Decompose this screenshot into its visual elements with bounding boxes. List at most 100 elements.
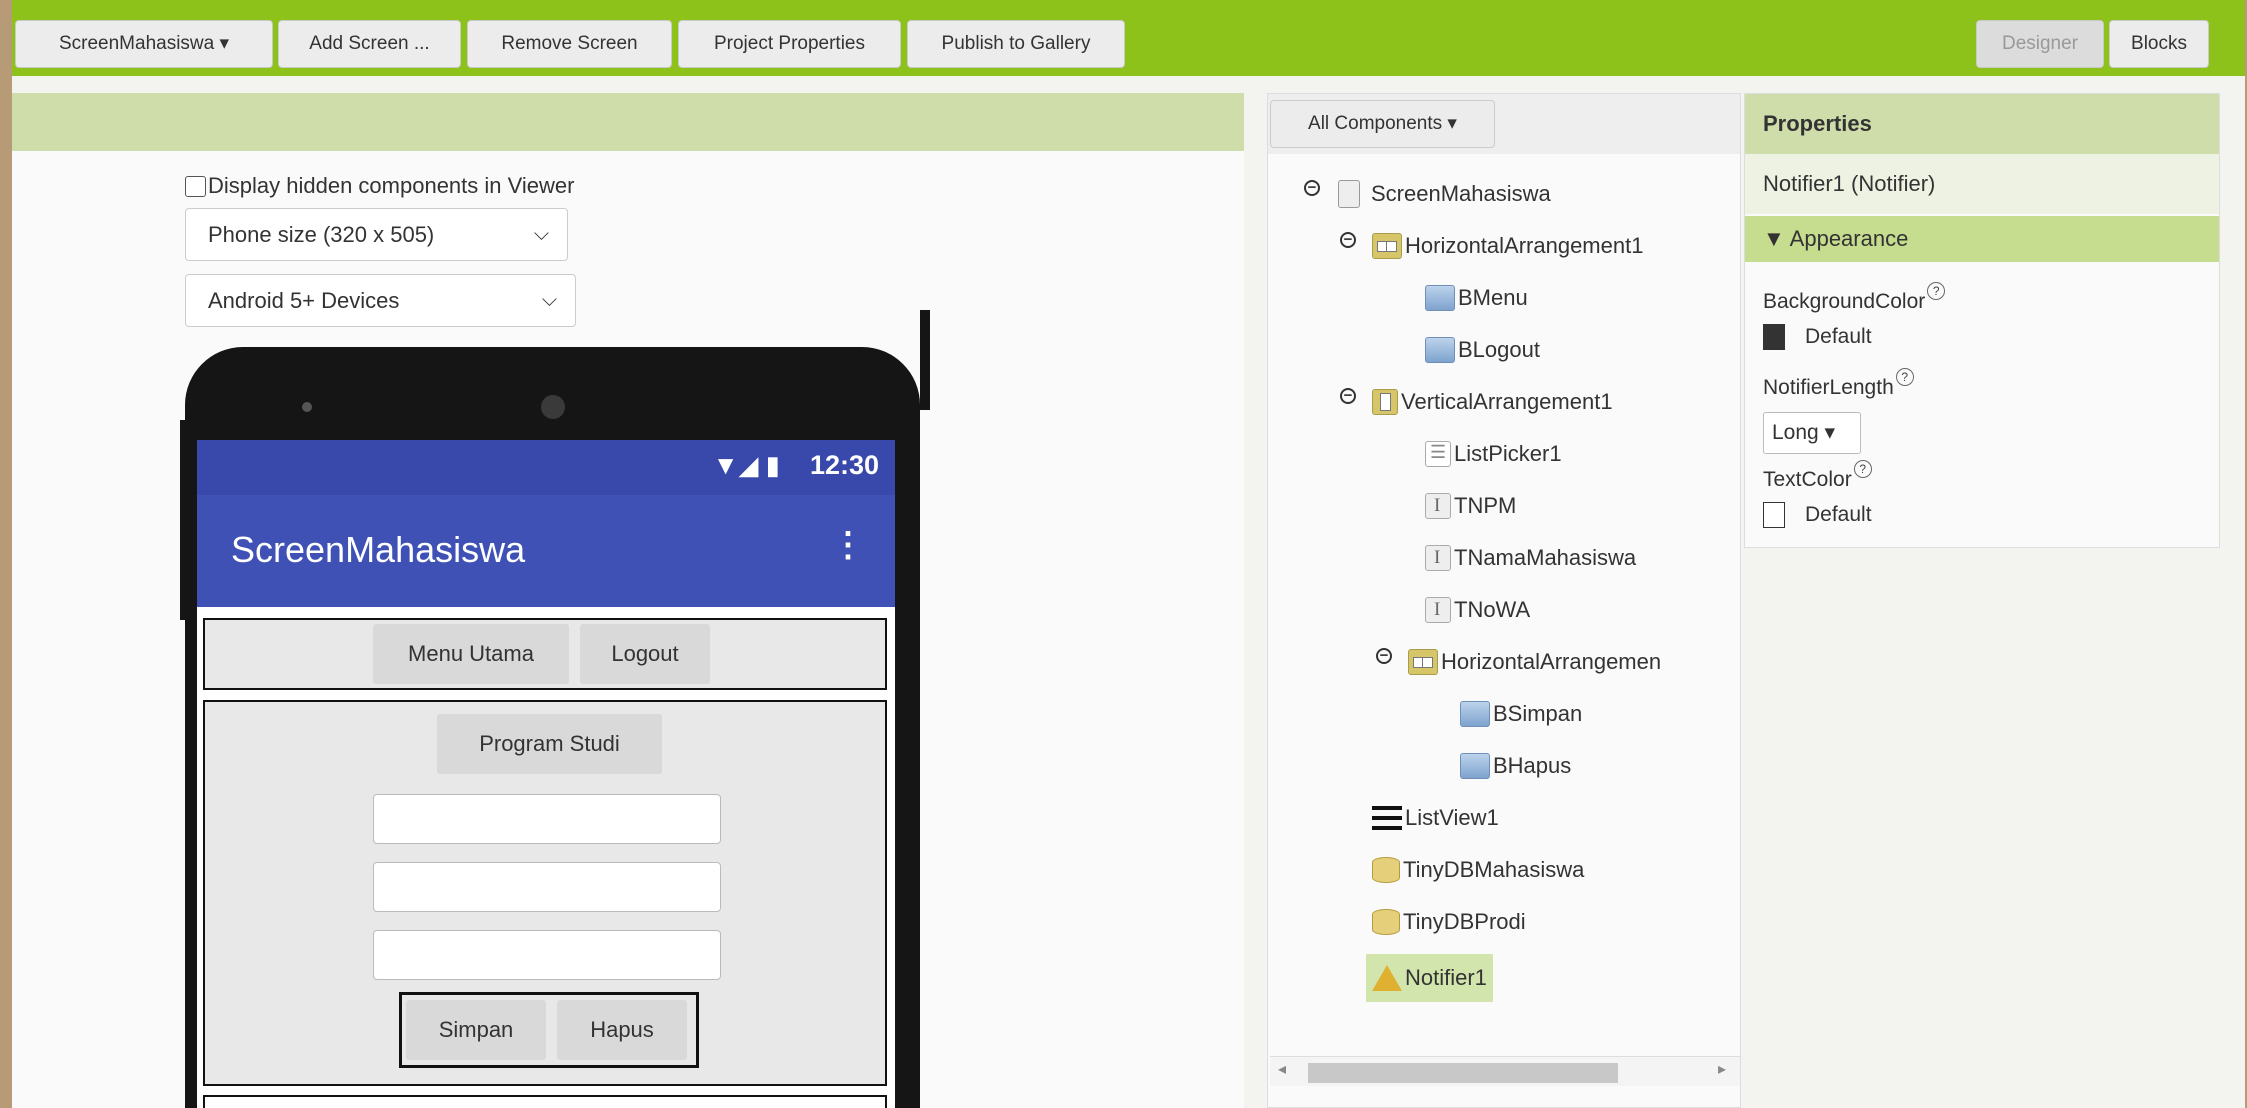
- text-color-picker[interactable]: Default: [1763, 502, 1872, 528]
- properties-panel: Properties Notifier1 (Notifier) ▼ Appear…: [1744, 93, 2220, 548]
- all-components-dropdown[interactable]: All Components ▾: [1270, 100, 1495, 148]
- viewer-header: [12, 93, 1244, 151]
- tree-item-horizontalarrangement1[interactable]: HorizontalArrangement1: [1372, 226, 1643, 266]
- nama-mahasiswa-textbox[interactable]: [373, 862, 721, 912]
- collapse-toggle-icon[interactable]: −: [1304, 180, 1320, 196]
- phone-size-value: Phone size (320 x 505): [208, 222, 435, 247]
- tree-item-notifier1[interactable]: Notifier1: [1366, 954, 1493, 1002]
- database-icon: [1372, 857, 1400, 883]
- horizontal-arrangement-icon: [1372, 233, 1402, 259]
- listpicker-icon: [1425, 441, 1451, 467]
- project-properties-button[interactable]: Project Properties: [678, 20, 901, 68]
- horizontal-scrollbar[interactable]: ◂ ▸: [1270, 1056, 1740, 1086]
- tree-item-tnowa[interactable]: TNoWA: [1425, 590, 1530, 630]
- button-icon: [1460, 753, 1490, 779]
- blocks-button[interactable]: Blocks: [2109, 20, 2209, 68]
- warning-icon: [1372, 965, 1402, 991]
- vertical-arrangement-icon: [1372, 389, 1398, 415]
- hapus-button[interactable]: Hapus: [557, 1000, 687, 1060]
- publish-to-gallery-button[interactable]: Publish to Gallery: [907, 20, 1125, 68]
- scroll-left-icon[interactable]: ◂: [1278, 1059, 1286, 1079]
- add-screen-button[interactable]: Add Screen ...: [278, 20, 461, 68]
- textbox-icon: [1425, 493, 1451, 519]
- text-color-swatch: [1763, 502, 1785, 528]
- npm-textbox[interactable]: [373, 794, 721, 844]
- appearance-section-toggle[interactable]: ▼ Appearance: [1745, 216, 2219, 262]
- hidden-components-label: Display hidden components in Viewer: [208, 173, 575, 198]
- background-color-label: BackgroundColor?: [1763, 282, 1946, 314]
- screen-icon: [1338, 180, 1360, 208]
- tree-item-bsimpan[interactable]: BSimpan: [1460, 694, 1582, 734]
- chevron-down-icon: ⌵: [541, 289, 557, 311]
- scroll-right-icon[interactable]: ▸: [1718, 1059, 1726, 1079]
- properties-title: Properties: [1745, 94, 2219, 154]
- list-view-1[interactable]: [203, 1095, 887, 1108]
- simpan-button[interactable]: Simpan: [406, 1000, 546, 1060]
- overflow-menu-icon[interactable]: ⋮: [831, 525, 865, 565]
- device-type-value: Android 5+ Devices: [208, 288, 400, 313]
- program-studi-button[interactable]: Program Studi: [437, 714, 662, 774]
- device-type-select[interactable]: Android 5+ Devices ⌵: [185, 274, 576, 327]
- tree-item-horizontalarrangement2[interactable]: HorizontalArrangemen: [1408, 642, 1661, 682]
- collapse-toggle-icon[interactable]: −: [1376, 648, 1392, 664]
- button-icon: [1425, 285, 1455, 311]
- screen-selector-dropdown[interactable]: ScreenMahasiswa ▾: [15, 20, 273, 68]
- collapse-toggle-icon[interactable]: −: [1340, 388, 1356, 404]
- notifier-length-select[interactable]: Long ▾: [1763, 412, 1861, 454]
- collapse-toggle-icon[interactable]: −: [1340, 232, 1356, 248]
- remove-screen-button[interactable]: Remove Screen: [467, 20, 672, 68]
- status-time: 12:30: [809, 450, 879, 480]
- menu-utama-button[interactable]: Menu Utama: [373, 624, 569, 684]
- tree-item-tinydbmahasiswa[interactable]: TinyDBMahasiswa: [1372, 850, 1584, 890]
- tree-item-listview1[interactable]: ListView1: [1372, 798, 1499, 838]
- logout-button[interactable]: Logout: [580, 624, 710, 684]
- top-toolbar: ScreenMahasiswa ▾ Add Screen ... Remove …: [12, 0, 2245, 76]
- app-window: ScreenMahasiswa ▾ Add Screen ... Remove …: [12, 0, 2245, 1108]
- tree-item-screenmahasiswa[interactable]: ScreenMahasiswa: [1338, 174, 1551, 214]
- database-icon: [1372, 909, 1400, 935]
- horizontal-arrangement-2[interactable]: Simpan Hapus: [399, 992, 699, 1068]
- horizontal-arrangement-icon: [1408, 649, 1438, 675]
- tree-item-tnpm[interactable]: TNPM: [1425, 486, 1516, 526]
- listview-icon: [1372, 806, 1402, 830]
- tree-item-blogout[interactable]: BLogout: [1425, 330, 1540, 370]
- hidden-components-toggle[interactable]: Display hidden components in Viewer: [185, 173, 574, 199]
- hidden-components-checkbox[interactable]: [185, 175, 206, 197]
- components-panel: All Components ▾ − ScreenMahasiswa − Hor…: [1267, 93, 1741, 1108]
- tree-item-tinydbprodi[interactable]: TinyDBProdi: [1372, 902, 1526, 942]
- help-icon[interactable]: ?: [1927, 282, 1946, 300]
- designer-button[interactable]: Designer: [1976, 20, 2104, 68]
- tree-item-bhapus[interactable]: BHapus: [1460, 746, 1571, 786]
- horizontal-arrangement-1[interactable]: Menu Utama Logout: [203, 618, 887, 690]
- button-icon: [1425, 337, 1455, 363]
- phone-sensor: [302, 402, 312, 412]
- status-bar: ▼◢ ▮ 12:30: [197, 440, 895, 495]
- phone-power-button: [920, 310, 930, 410]
- no-wa-textbox[interactable]: [373, 930, 721, 980]
- signal-battery-icon: ▼◢ ▮: [712, 450, 780, 480]
- text-color-label: TextColor?: [1763, 460, 1872, 492]
- phone-mockup: ▼◢ ▮ 12:30 ScreenMahasiswa ⋮ Menu Utama …: [185, 347, 920, 1108]
- tree-item-verticalarrangement1[interactable]: VerticalArrangement1: [1372, 382, 1613, 422]
- scrollbar-thumb[interactable]: [1308, 1063, 1618, 1083]
- vertical-arrangement-1[interactable]: Program Studi Simpan Hapus: [203, 700, 887, 1086]
- tree-item-listpicker1[interactable]: ListPicker1: [1425, 434, 1562, 474]
- components-header: All Components ▾: [1268, 94, 1740, 154]
- background-color-picker[interactable]: Default: [1763, 324, 1872, 350]
- textbox-icon: [1425, 597, 1451, 623]
- tree-item-tnamamahasiswa[interactable]: TNamaMahasiswa: [1425, 538, 1636, 578]
- phone-size-select[interactable]: Phone size (320 x 505) ⌵: [185, 208, 568, 261]
- app-bar: ScreenMahasiswa ⋮: [197, 495, 895, 607]
- chevron-down-icon: ⌵: [533, 223, 549, 245]
- tree-item-bmenu[interactable]: BMenu: [1425, 278, 1528, 318]
- button-icon: [1460, 701, 1490, 727]
- help-icon[interactable]: ?: [1853, 460, 1872, 478]
- selected-component-name: Notifier1 (Notifier): [1745, 154, 2219, 214]
- textbox-icon: [1425, 545, 1451, 571]
- phone-speaker: [541, 395, 565, 419]
- phone-screen: ▼◢ ▮ 12:30 ScreenMahasiswa ⋮ Menu Utama …: [197, 440, 895, 1108]
- background-color-swatch: [1763, 324, 1785, 350]
- app-title: ScreenMahasiswa: [231, 529, 526, 570]
- help-icon[interactable]: ?: [1895, 368, 1914, 386]
- notifier-length-label: NotifierLength?: [1763, 368, 1914, 400]
